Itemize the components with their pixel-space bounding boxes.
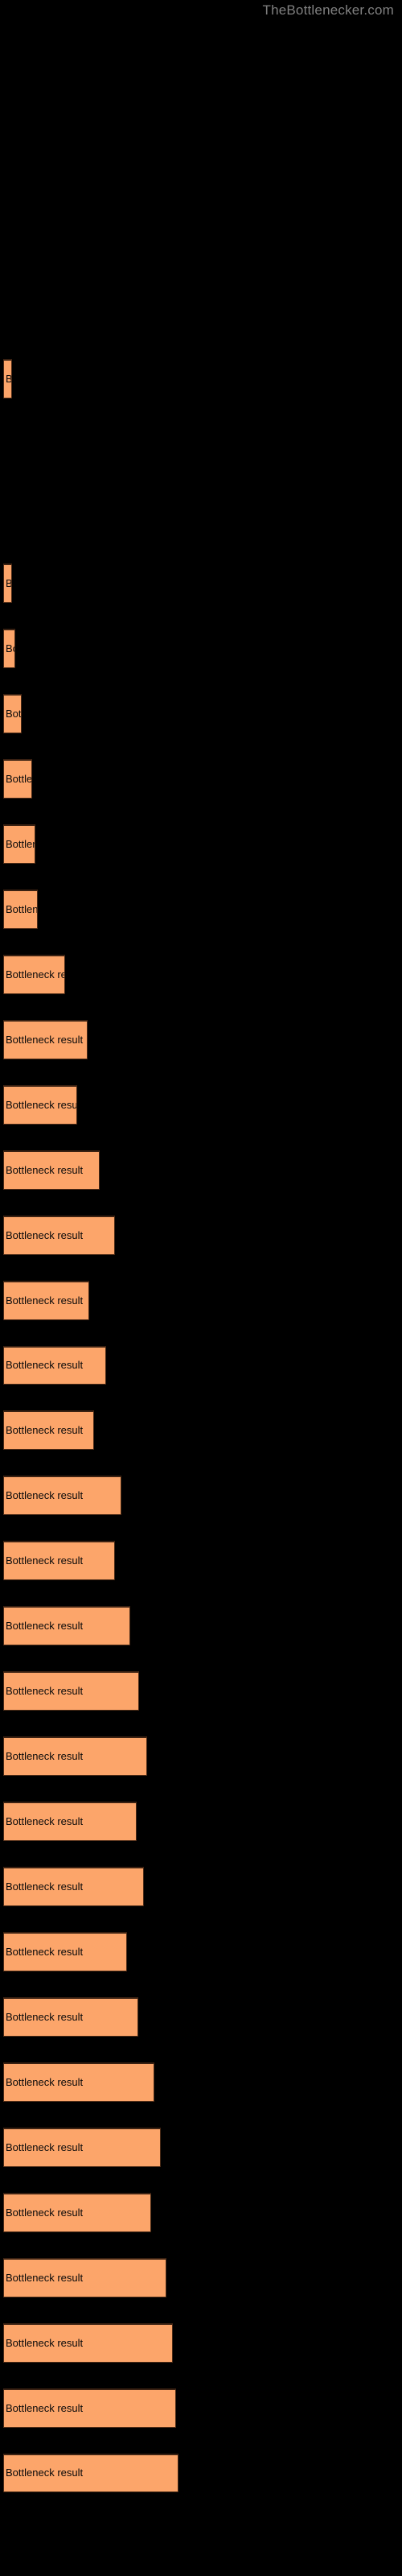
bar-label: Bottleneck result <box>6 2075 84 2088</box>
bar-label: Bottleneck result <box>6 902 39 915</box>
bar-label: Bottleneck result <box>6 1815 84 1828</box>
bar-14[interactable]: Bottleneck result <box>3 1345 106 1385</box>
bar-26[interactable]: Bottleneck result <box>3 2127 161 2167</box>
bar-label: Bottleneck result <box>6 2206 84 2219</box>
bar-25[interactable]: Bottleneck result <box>3 2062 155 2102</box>
bar-15[interactable]: Bottleneck result <box>3 1410 94 1451</box>
bar-label: Bottleneck result <box>6 1945 84 1958</box>
bar-29[interactable]: Bottleneck result <box>3 2322 173 2363</box>
bar-label: Bottleneck result <box>6 1620 84 1633</box>
bar-label: Bottleneck result <box>6 2010 84 2023</box>
bar-5[interactable]: Bottleneck result <box>3 759 32 799</box>
bar-21[interactable]: Bottleneck result <box>3 1802 137 1842</box>
bar-label: Bottleneck result <box>6 1359 84 1372</box>
bar-10[interactable]: Bottleneck result <box>3 1084 78 1125</box>
bar-8[interactable]: Bottleneck result <box>3 954 66 994</box>
bar-label: Bottleneck result <box>6 1750 84 1763</box>
bar-11[interactable]: Bottleneck result <box>3 1150 100 1190</box>
bar-27[interactable]: Bottleneck result <box>3 2192 152 2232</box>
bar-chart-plot-area: Bottleneck result Bottleneck result Bottle… <box>0 0 402 2576</box>
bar-label: Bottleneck result <box>6 1880 84 1893</box>
bar-24[interactable]: Bottleneck result <box>3 1996 138 2037</box>
bar-label: Bottleneck result <box>6 1554 84 1567</box>
bar-label: Bottleneck result <box>6 1685 84 1698</box>
bar-4[interactable]: Bottleneck result <box>3 694 22 734</box>
bar-label: Bottleneck result <box>6 1294 84 1307</box>
bar-22[interactable]: Bottleneck result <box>3 1867 145 1906</box>
bar-label: Bottleneck result <box>6 837 35 850</box>
bar-20[interactable]: Bottleneck result <box>3 1736 147 1777</box>
bar-label: Bottleneck result <box>6 2336 84 2349</box>
bar-23[interactable]: Bottleneck result <box>3 1932 128 1971</box>
bar-28[interactable]: Bottleneck result <box>3 2257 167 2297</box>
bar-label: Bottleneck result <box>6 642 14 655</box>
bar-label: Bottleneck result <box>6 1228 84 1241</box>
bar-16[interactable]: Bottleneck result <box>3 1476 121 1516</box>
bar-13[interactable]: Bottleneck result <box>3 1280 90 1320</box>
bar-1[interactable]: Bottleneck result <box>3 359 13 399</box>
bar-2[interactable]: Bottleneck result <box>3 564 13 604</box>
bar-label: Bottleneck result <box>6 2271 84 2284</box>
bottleneck-bar-chart-page: TheBottlenecker.com Bottleneck resultBot… <box>0 0 402 2576</box>
bar-label: Bottleneck result <box>6 773 32 786</box>
bar-label: Bottleneck result <box>6 2467 84 2479</box>
bar-19[interactable]: Bottleneck result <box>3 1671 140 1711</box>
bar-label: Bottleneck result <box>6 1033 84 1046</box>
bar-12[interactable]: Bottleneck result <box>3 1215 116 1255</box>
bar-18[interactable]: Bottleneck result <box>3 1606 131 1646</box>
bar-label: Bottleneck result <box>6 373 13 386</box>
bar-label: Bottleneck result <box>6 1489 84 1502</box>
bar-label: Bottleneck result <box>6 2140 84 2153</box>
bar-9[interactable]: Bottleneck result <box>3 1019 88 1059</box>
bar-31[interactable]: Bottleneck result <box>3 2453 179 2493</box>
bar-17[interactable]: Bottleneck result <box>3 1541 116 1581</box>
bar-7[interactable]: Bottleneck result <box>3 889 39 929</box>
bar-label: Bottleneck result <box>6 968 64 980</box>
bar-label: Bottleneck result <box>6 1424 84 1437</box>
bar-label: Bottleneck result <box>6 1163 84 1176</box>
bar-6[interactable]: Bottleneck result <box>3 824 35 864</box>
bar-30[interactable]: Bottleneck result <box>3 2388 176 2428</box>
bar-3[interactable]: Bottleneck result <box>3 629 16 669</box>
bar-label: Bottleneck result <box>6 2401 84 2414</box>
bar-label: Bottleneck result <box>6 577 13 590</box>
bar-label: Bottleneck result <box>6 708 22 720</box>
bar-label: Bottleneck result <box>6 1098 78 1111</box>
